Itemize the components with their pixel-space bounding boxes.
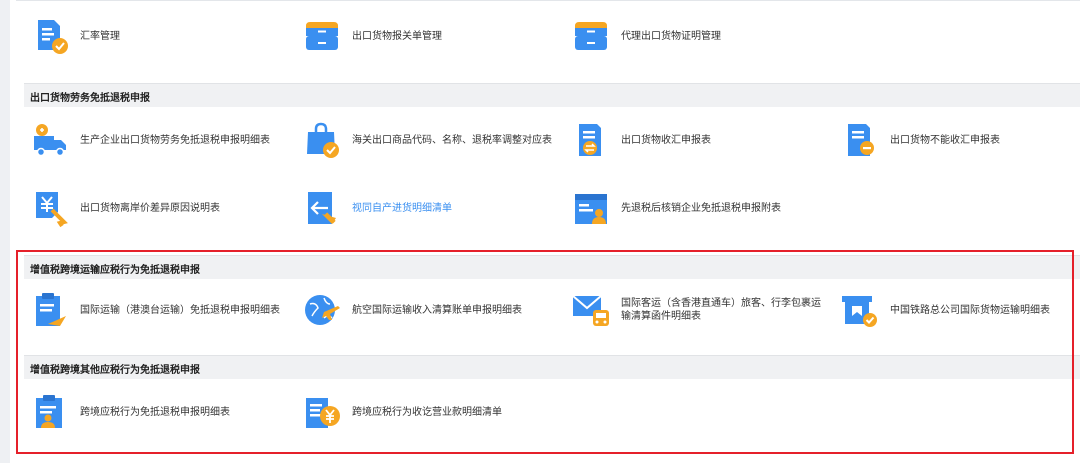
menu-item-label: 汇率管理	[80, 30, 120, 42]
shopping-bag-check-icon	[307, 122, 339, 158]
menu-item-label: 代理出口货物证明管理	[621, 30, 721, 42]
menu-item-passenger-settlement[interactable]: 国际客运（含香港直通车）旅客、行李包裹运输清算函件明细表	[571, 288, 831, 332]
section-title: 增值税跨境运输应税行为免抵退税申报	[30, 265, 200, 276]
menu-item-export-no-receipt[interactable]: 出口货物不能收汇申报表	[840, 118, 1070, 162]
globe-plane-icon	[305, 295, 340, 325]
menu-item-label: 航空国际运输收入清算账单申报明细表	[352, 304, 522, 316]
menu-item-production-refund-detail[interactable]: 生产企业出口货物劳务免抵退税申报明细表	[30, 118, 280, 162]
menu-item-customs-declaration[interactable]: 出口货物报关单管理	[302, 14, 552, 58]
top-divider	[16, 0, 1080, 1]
section-header-cross-border-other: 增值税跨境其他应税行为免抵退税申报	[24, 355, 1080, 379]
menu-item-label: 跨境应税行为收讫营业款明细清单	[352, 406, 502, 418]
calendar-user-icon	[575, 194, 607, 224]
menu-item-label: 出口货物收汇申报表	[621, 134, 711, 146]
section-header-export-goods: 出口货物劳务免抵退税申报	[24, 83, 1080, 107]
menu-item-label: 海关出口商品代码、名称、退税率调整对应表	[352, 134, 552, 146]
menu-item-commodity-code-adjustment[interactable]: 海关出口商品代码、名称、退税率调整对应表	[302, 118, 562, 162]
menu-item-self-produced-purchase[interactable]: 视同自产进货明细清单	[302, 186, 552, 230]
menu-item-aviation-settlement[interactable]: 航空国际运输收入清算账单申报明细表	[302, 288, 552, 332]
menu-item-label: 中国铁路总公司国际货物运输明细表	[890, 304, 1050, 316]
menu-item-railway-freight[interactable]: 中国铁路总公司国际货物运输明细表	[840, 288, 1075, 332]
menu-item-cross-border-income[interactable]: 跨境应税行为收讫营业款明细清单	[302, 390, 552, 434]
menu-item-label: 出口货物离岸价差异原因说明表	[80, 202, 220, 214]
board-check-icon	[842, 296, 877, 327]
document-check-icon	[38, 20, 68, 54]
menu-item-label: 视同自产进货明细清单	[352, 202, 452, 214]
mail-bus-icon	[572, 295, 609, 326]
document-exchange-icon	[579, 124, 601, 156]
menu-item-exchange-rate[interactable]: 汇率管理	[30, 14, 280, 58]
menu-item-label: 国际客运（含香港直通车）旅客、行李包裹运输清算函件明细表	[621, 298, 821, 322]
clipboard-plane-icon	[36, 293, 66, 326]
drawer-icon	[306, 22, 338, 50]
menu-item-fob-price-difference[interactable]: 出口货物离岸价差异原因说明表	[30, 186, 280, 230]
menu-item-label: 生产企业出口货物劳务免抵退税申报明细表	[80, 134, 270, 146]
clipboard-user-icon	[36, 395, 62, 428]
menu-item-export-receipt[interactable]: 出口货物收汇申报表	[571, 118, 821, 162]
section-title: 出口货物劳务免抵退税申报	[30, 93, 150, 104]
drawer-icon	[575, 22, 607, 50]
truck-icon	[34, 124, 66, 157]
left-panel-edge	[0, 0, 10, 463]
menu-item-label: 出口货物不能收汇申报表	[890, 134, 1000, 146]
section-title: 增值税跨境其他应税行为免抵退税申报	[30, 365, 200, 376]
menu-item-label: 先退税后核销企业免抵退税申报附表	[621, 202, 781, 214]
menu-item-label: 国际运输（港澳台运输）免抵退税申报明细表	[80, 304, 280, 316]
menu-item-refund-before-verify[interactable]: 先退税后核销企业免抵退税申报附表	[571, 186, 831, 230]
section-header-cross-border-transport: 增值税跨境运输应税行为免抵退税申报	[24, 255, 1080, 279]
yuan-cursor-icon	[36, 192, 68, 228]
menu-item-international-transport[interactable]: 国际运输（港澳台运输）免抵退税申报明细表	[30, 288, 280, 332]
document-yuan-icon	[306, 398, 340, 428]
menu-item-agent-export-certificate[interactable]: 代理出口货物证明管理	[571, 14, 821, 58]
menu-item-label: 出口货物报关单管理	[352, 30, 442, 42]
menu-item-cross-border-refund-detail[interactable]: 跨境应税行为免抵退税申报明细表	[30, 390, 280, 434]
document-arrow-icon	[308, 192, 336, 224]
menu-item-label: 跨境应税行为免抵退税申报明细表	[80, 406, 230, 418]
document-minus-icon	[848, 124, 874, 156]
